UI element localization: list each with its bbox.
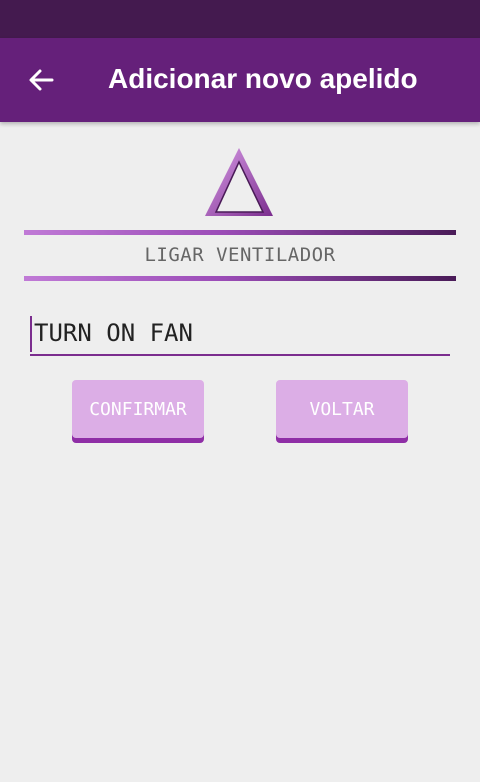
- app-bar: Adicionar novo apelido: [0, 38, 480, 122]
- divider-top: [24, 230, 456, 235]
- triangle-logo-icon: [205, 148, 273, 216]
- command-label: LIGAR VENTILADOR: [144, 244, 336, 266]
- arrow-back-icon: [29, 69, 54, 91]
- back-action-button[interactable]: VOLTAR: [276, 380, 408, 438]
- divider-bottom: [24, 276, 456, 281]
- page-title: Adicionar novo apelido: [108, 63, 418, 94]
- text-cursor: [30, 316, 32, 352]
- back-button[interactable]: [22, 60, 62, 100]
- confirm-button[interactable]: CONFIRMAR: [72, 380, 204, 438]
- nickname-input[interactable]: [30, 312, 450, 356]
- status-bar: [0, 0, 480, 38]
